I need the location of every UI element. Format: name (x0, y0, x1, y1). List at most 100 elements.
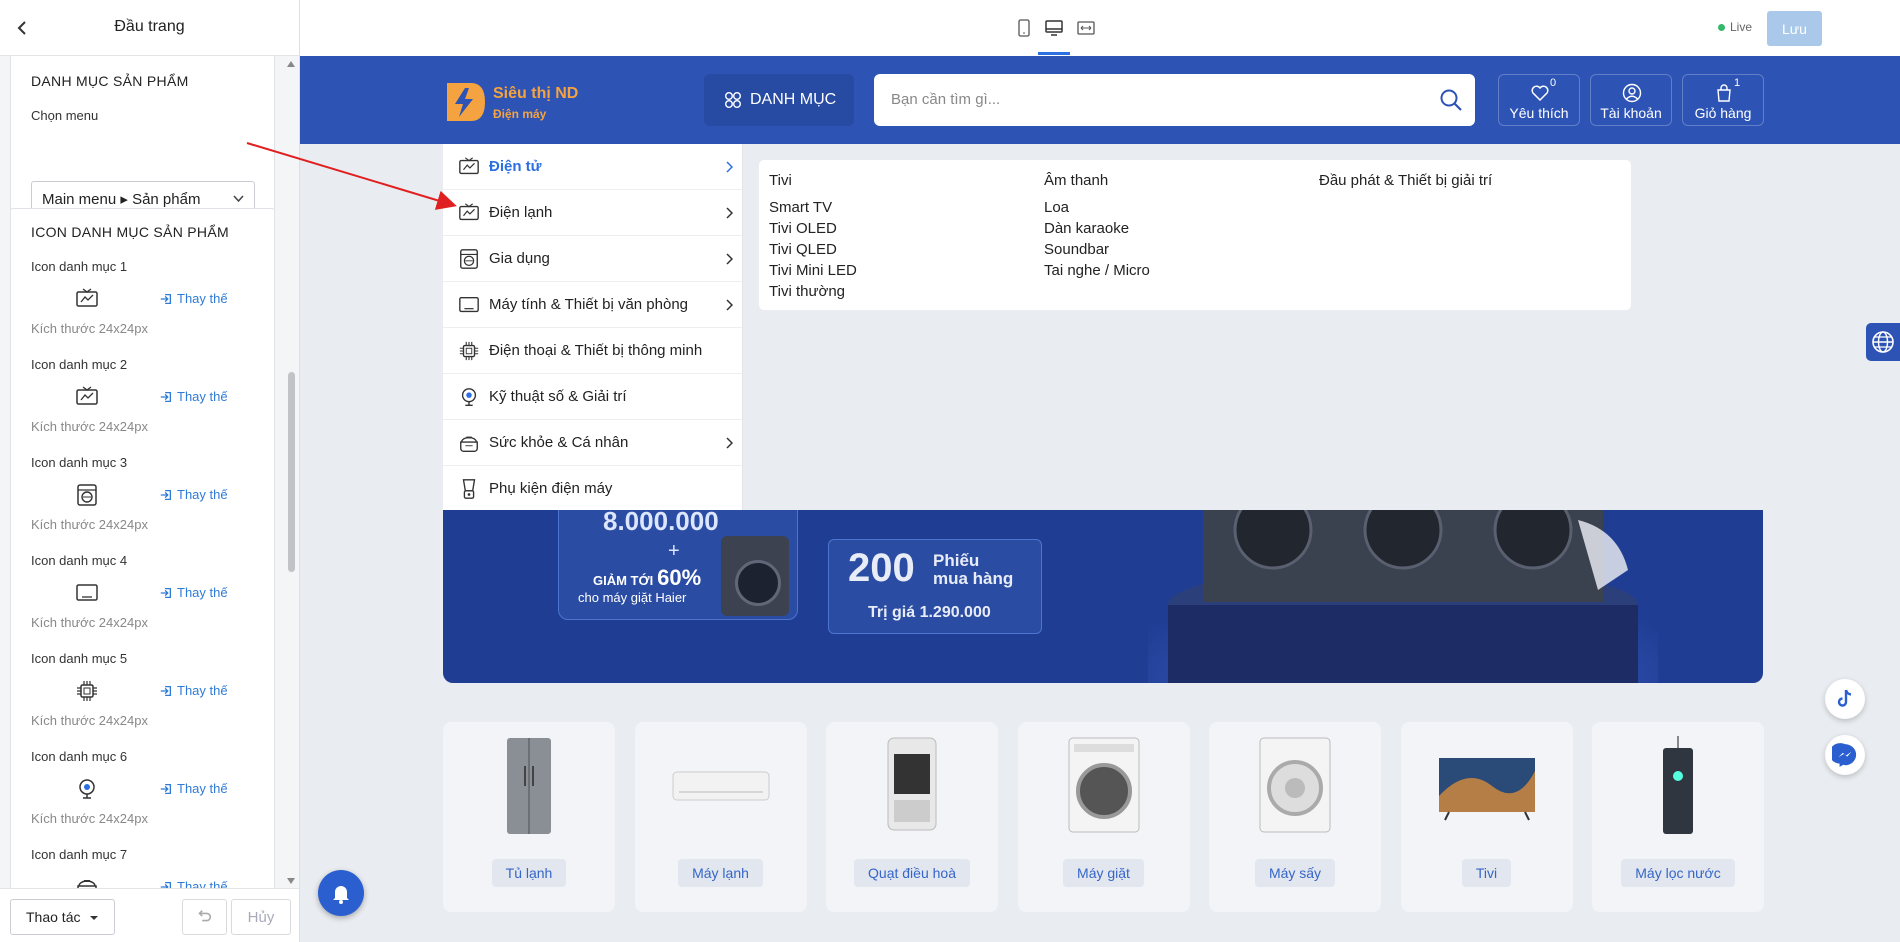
category-label: Sức khỏe & Cá nhân (489, 434, 629, 451)
banner-discount: GIẢM TỚI 60% (593, 565, 701, 591)
icon-setting-item: Icon danh mục 4 Thay thế Kích thước 24x24p… (11, 553, 274, 651)
search-icon[interactable] (1439, 88, 1463, 112)
save-button[interactable]: Lưu (1767, 11, 1822, 46)
product-category-card[interactable]: Máy lạnh (634, 722, 807, 912)
icon-setting-label: Icon danh mục 4 (31, 553, 128, 568)
category-list: Điện tử Điện lạnh Gia dụng Máy tính & Thiết… (443, 144, 743, 510)
washer-image (1054, 736, 1154, 836)
menu-section-title: DANH MỤC SẢN PHẨM (31, 73, 189, 89)
product-category-card[interactable]: Quạt điều hoà (826, 722, 998, 912)
replace-icon-button[interactable]: Thay thế (159, 781, 228, 796)
submenu-link[interactable]: Tivi OLED (769, 218, 1071, 239)
wishlist-label: Yêu thích (1509, 105, 1569, 121)
product-category-card[interactable]: Máy sấy (1209, 722, 1381, 912)
replace-label: Thay thế (177, 781, 228, 796)
dryer-image (1245, 736, 1345, 836)
product-category-label: Máy lạnh (678, 859, 763, 887)
replace-icon-button[interactable]: Thay thế (159, 389, 228, 404)
submenu-link[interactable]: Dàn karaoke (1044, 218, 1346, 239)
chevron-right-icon (726, 253, 733, 265)
replace-icon (160, 685, 172, 696)
settings-panel: Đầu trang DANH MỤC SẢN PHẨM Chọn menu Ma… (0, 0, 300, 942)
icon-size-hint: Kích thước 24x24px (31, 615, 148, 630)
replace-icon-button[interactable]: Thay thế (159, 487, 228, 502)
product-category-card[interactable]: Tủ lạnh (443, 722, 615, 912)
submenu-column: Tivi Smart TV Tivi OLED Tivi QLED Tivi Mini … (759, 160, 1081, 310)
chevron-right-icon (726, 299, 733, 311)
category-item[interactable]: Phụ kiện điện máy (443, 466, 742, 512)
mobile-view-icon[interactable] (1014, 18, 1034, 38)
scroll-up-arrow-icon[interactable] (287, 61, 295, 67)
replace-icon (160, 587, 172, 598)
category-item[interactable]: Điện tử (443, 144, 742, 190)
category-item[interactable]: Kỹ thuật số & Giải trí (443, 374, 742, 420)
submenu-link[interactable]: Tivi thường (769, 281, 1071, 302)
product-category-card[interactable]: Máy giặt (1017, 722, 1190, 912)
submenu-link[interactable]: Soundbar (1044, 239, 1346, 260)
site-logo[interactable]: Siêu thị ND Điện máy (443, 79, 583, 125)
tiktok-button[interactable] (1825, 679, 1865, 719)
site-header: Siêu thị ND Điện máy DANH MỤC Bạn cần tì… (300, 56, 1900, 144)
category-item[interactable]: Điện thoại & Thiết bị thông minh (443, 328, 742, 374)
category-item[interactable]: Gia dụng (443, 236, 742, 282)
cart-button[interactable]: 1 Giỏ hàng (1682, 74, 1764, 126)
product-category-card[interactable]: Máy lọc nước (1592, 722, 1764, 912)
promo-banner[interactable]: 8.000.000 + GIẢM TỚI 60% cho máy giặt Ha… (443, 510, 1763, 683)
scrollbar-thumb[interactable] (288, 372, 295, 572)
live-dot (1718, 23, 1725, 31)
replace-label: Thay thế (177, 389, 228, 404)
banner-discount-text: cho máy giặt Haier (578, 590, 687, 605)
air-cooler-image (862, 736, 962, 836)
icon-setting-item: Icon danh mục 5 Thay thế Kích thước 24x24p… (11, 651, 274, 749)
voucher-line1: Phiếu (933, 551, 980, 570)
panel-header: Đầu trang (0, 0, 299, 56)
category-item[interactable]: Sức khỏe & Cá nhân (443, 420, 742, 466)
submenu-link[interactable]: Tivi QLED (769, 239, 1071, 260)
cart-label: Giỏ hàng (1694, 105, 1752, 121)
category-item[interactable]: Điện lạnh (443, 190, 742, 236)
banner-voucher-text: Phiếu mua hàng (933, 552, 1013, 588)
replace-icon (160, 783, 172, 794)
submenu-link[interactable]: Smart TV (769, 197, 1071, 218)
cart-count: 1 (1734, 77, 1741, 89)
account-button[interactable]: Tài khoản (1590, 74, 1672, 126)
replace-icon-button[interactable]: Thay thế (159, 683, 228, 698)
language-button[interactable] (1866, 323, 1900, 361)
caret-down-icon (90, 916, 99, 921)
replace-icon-button[interactable]: Thay thế (159, 585, 228, 600)
fullwidth-view-icon[interactable] (1076, 18, 1096, 38)
panel-title: Đầu trang (114, 18, 185, 35)
banner-amount: 8.000.000 (603, 510, 719, 536)
submenu-heading[interactable]: Đầu phát & Thiết bị giải trí (1319, 172, 1621, 189)
panel-footer: Thao tác Hủy (0, 888, 299, 942)
select-menu-label: Chọn menu (31, 108, 99, 123)
replace-icon-button[interactable]: Thay thế (159, 291, 228, 306)
wishlist-button[interactable]: 0 Yêu thích (1498, 74, 1580, 126)
search-input[interactable]: Bạn cần tìm gì... (874, 74, 1475, 126)
icon-setting-item: Icon danh mục 1 Thay thế Kích thước 24x24p… (11, 259, 274, 357)
grid-icon (725, 92, 741, 108)
category-label: Kỹ thuật số & Giải trí (489, 388, 627, 405)
tiktok-icon (1837, 689, 1852, 707)
submenu-heading[interactable]: Âm thanh (1044, 172, 1346, 189)
submenu-heading[interactable]: Tivi (769, 172, 1071, 189)
submenu-link[interactable]: Tivi Mini LED (769, 260, 1071, 281)
submenu-link[interactable]: Tai nghe / Micro (1044, 260, 1346, 281)
action-dropdown-button[interactable]: Thao tác (10, 899, 115, 935)
category-item[interactable]: Máy tính & Thiết bị văn phòng (443, 282, 742, 328)
category-menu-button[interactable]: DANH MỤC (704, 74, 854, 126)
scroll-down-arrow-icon[interactable] (287, 878, 295, 884)
product-category-label: Tủ lạnh (491, 859, 567, 887)
product-category-card[interactable]: Tivi (1400, 722, 1573, 912)
undo-button[interactable] (182, 899, 227, 935)
notification-button[interactable] (318, 870, 364, 916)
desktop-view-icon[interactable] (1044, 18, 1064, 38)
messenger-button[interactable] (1825, 735, 1865, 775)
tv-icon (458, 202, 480, 224)
chevron-right-icon (726, 437, 733, 449)
replace-label: Thay thế (177, 487, 228, 502)
replace-icon-button[interactable]: Thay thế (159, 879, 228, 888)
panel-scrollbar[interactable] (285, 56, 297, 888)
cancel-button[interactable]: Hủy (231, 899, 291, 935)
submenu-link[interactable]: Loa (1044, 197, 1346, 218)
